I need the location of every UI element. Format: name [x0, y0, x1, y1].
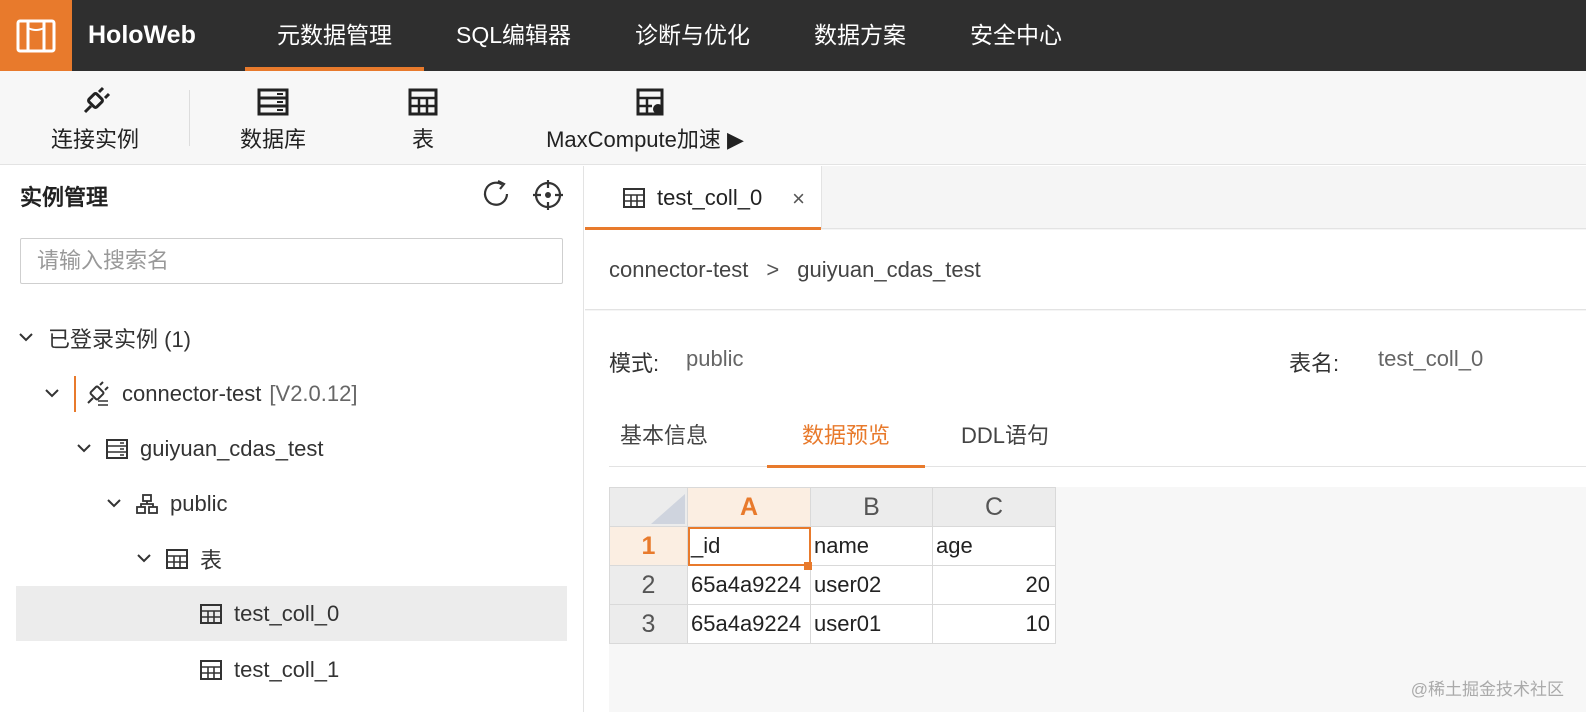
row-header[interactable]: 1 — [609, 526, 688, 566]
tab-ddl[interactable]: DDL语句 — [949, 416, 1061, 467]
top-navigation-bar: HoloWeb 元数据管理 SQL编辑器 诊断与优化 数据方案 安全中心 — [0, 0, 1586, 71]
table-name-label: 表名: — [1289, 351, 1340, 376]
locate-icon[interactable] — [531, 178, 565, 217]
breadcrumb: connector-test > guiyuan_cdas_test — [585, 230, 1586, 310]
row-header[interactable]: 3 — [609, 604, 688, 644]
holoweb-logo-icon[interactable] — [0, 0, 72, 71]
table-button[interactable]: 表 — [393, 71, 453, 165]
row-header[interactable]: 2 — [609, 565, 688, 605]
tab-test-coll-0[interactable]: test_coll_0 × — [585, 166, 822, 230]
cell[interactable]: 65a4a9224 — [687, 565, 811, 605]
tree-node-logged-in-instances[interactable]: 已登录实例 (1) — [16, 310, 567, 365]
schema-label: 模式: — [609, 351, 660, 376]
table-icon — [200, 659, 222, 680]
column-header-row: A B C — [609, 487, 1056, 527]
instance-connection-icon — [74, 375, 110, 412]
toolbar: 连接实例 数据库 表 MaxCompute加速 ▶ — [0, 71, 1586, 165]
cell-fill-handle[interactable] — [804, 562, 812, 570]
editor-tab-strip: test_coll_0 × — [585, 166, 1586, 230]
database-button[interactable]: 数据库 — [226, 71, 320, 165]
tab-basic-info[interactable]: 基本信息 — [609, 416, 719, 467]
maxcompute-table-icon — [636, 82, 666, 116]
schema-name: public — [170, 490, 228, 516]
table-detail-panel: test_coll_0 × connector-test > guiyuan_c… — [585, 166, 1586, 712]
toolbar-divider — [189, 90, 190, 146]
cell[interactable]: user02 — [810, 565, 933, 605]
instance-search-input[interactable] — [20, 238, 563, 284]
tables-group-label: 表 — [200, 547, 223, 573]
database-label: 数据库 — [239, 127, 306, 152]
tree-node-tables-group[interactable]: 表 — [16, 531, 567, 586]
select-all-triangle-icon — [651, 494, 685, 524]
column-header[interactable]: B — [810, 487, 933, 527]
instance-management-panel: 实例管理 已登录实例 (1) co — [0, 166, 584, 712]
chevron-down-icon[interactable] — [42, 389, 62, 398]
maxcompute-accelerate-label: MaxCompute加速 ▶ — [546, 127, 744, 152]
watermark: @稀土掘金技术社区 — [1410, 680, 1564, 699]
close-icon[interactable]: × — [792, 186, 805, 212]
nav-item-metadata[interactable]: 元数据管理 — [245, 0, 424, 71]
connect-instance-button[interactable]: 连接实例 — [40, 71, 150, 165]
nav-item-sql-editor[interactable]: SQL编辑器 — [424, 0, 603, 71]
tree-node-table-test-coll-0[interactable]: test_coll_0 — [16, 586, 567, 641]
breadcrumb-database[interactable]: guiyuan_cdas_test — [797, 257, 980, 283]
table-name: test_coll_1 — [234, 656, 340, 682]
table-icon — [408, 82, 438, 116]
tree-node-schema[interactable]: public — [16, 476, 567, 531]
detail-tabs: 基本信息 数据预览 DDL语句 — [609, 416, 1586, 468]
chevron-down-icon[interactable] — [74, 444, 94, 453]
table-icon — [200, 603, 222, 624]
nav-item-security[interactable]: 安全中心 — [938, 0, 1094, 71]
connect-instance-label: 连接实例 — [50, 127, 139, 152]
cell[interactable]: user01 — [810, 604, 933, 644]
brand-name: HoloWeb — [88, 21, 196, 49]
sheet-corner[interactable] — [609, 487, 688, 527]
database-name: guiyuan_cdas_test — [140, 435, 324, 461]
maxcompute-accelerate-button[interactable]: MaxCompute加速 ▶ — [530, 71, 760, 165]
tree-node-table-test-coll-1[interactable]: test_coll_1 — [16, 642, 567, 697]
breadcrumb-separator-icon: > — [766, 256, 780, 282]
logged-in-instances-label: 已登录实例 (1) — [48, 326, 192, 352]
table-row: 1 _id name age — [609, 526, 1056, 566]
tree-node-database[interactable]: guiyuan_cdas_test — [16, 421, 567, 476]
tab-label: test_coll_0 — [657, 184, 763, 210]
tab-data-preview[interactable]: 数据预览 — [767, 416, 925, 468]
table-label: 表 — [411, 127, 434, 152]
breadcrumb-instance[interactable]: connector-test — [609, 257, 748, 283]
chevron-down-icon[interactable] — [16, 333, 36, 342]
refresh-icon[interactable] — [480, 178, 512, 215]
table-name-value: test_coll_0 — [1378, 346, 1484, 371]
table-row: 2 65a4a9224 user02 20 — [609, 565, 1056, 605]
column-header[interactable]: A — [687, 487, 811, 527]
cell[interactable]: age — [932, 526, 1056, 566]
nav-item-data-solutions[interactable]: 数据方案 — [782, 0, 938, 71]
data-preview-sheet: A B C 1 _id name age 2 65a4a9224 user02 … — [609, 487, 1056, 644]
tree-node-instance[interactable]: connector-test [V2.0.12] — [16, 366, 567, 421]
table-row: 3 65a4a9224 user01 10 — [609, 604, 1056, 644]
schema-value: public — [686, 346, 744, 371]
table-info-section: 模式: public 表名: test_coll_0 基本信息 数据预览 DDL… — [585, 311, 1586, 712]
schema-icon — [136, 493, 158, 514]
nav-item-diagnosis[interactable]: 诊断与优化 — [603, 0, 782, 71]
instance-name: connector-test — [122, 380, 262, 406]
instance-version: [V2.0.12] — [269, 380, 358, 406]
table-icon — [623, 187, 645, 208]
plug-icon — [79, 82, 111, 116]
main-nav: 元数据管理 SQL编辑器 诊断与优化 数据方案 安全中心 — [245, 0, 1094, 71]
cell[interactable]: name — [810, 526, 933, 566]
cell[interactable]: 10 — [932, 604, 1056, 644]
panel-title: 实例管理 — [20, 185, 109, 210]
database-icon — [257, 82, 289, 116]
cell[interactable]: _id — [687, 526, 811, 566]
column-header[interactable]: C — [932, 487, 1056, 527]
table-name: test_coll_0 — [234, 600, 340, 626]
cell[interactable]: 20 — [932, 565, 1056, 605]
cell[interactable]: 65a4a9224 — [687, 604, 811, 644]
chevron-down-icon[interactable] — [134, 554, 154, 563]
table-icon — [166, 548, 188, 569]
chevron-down-icon[interactable] — [104, 499, 124, 508]
database-icon — [106, 438, 128, 459]
